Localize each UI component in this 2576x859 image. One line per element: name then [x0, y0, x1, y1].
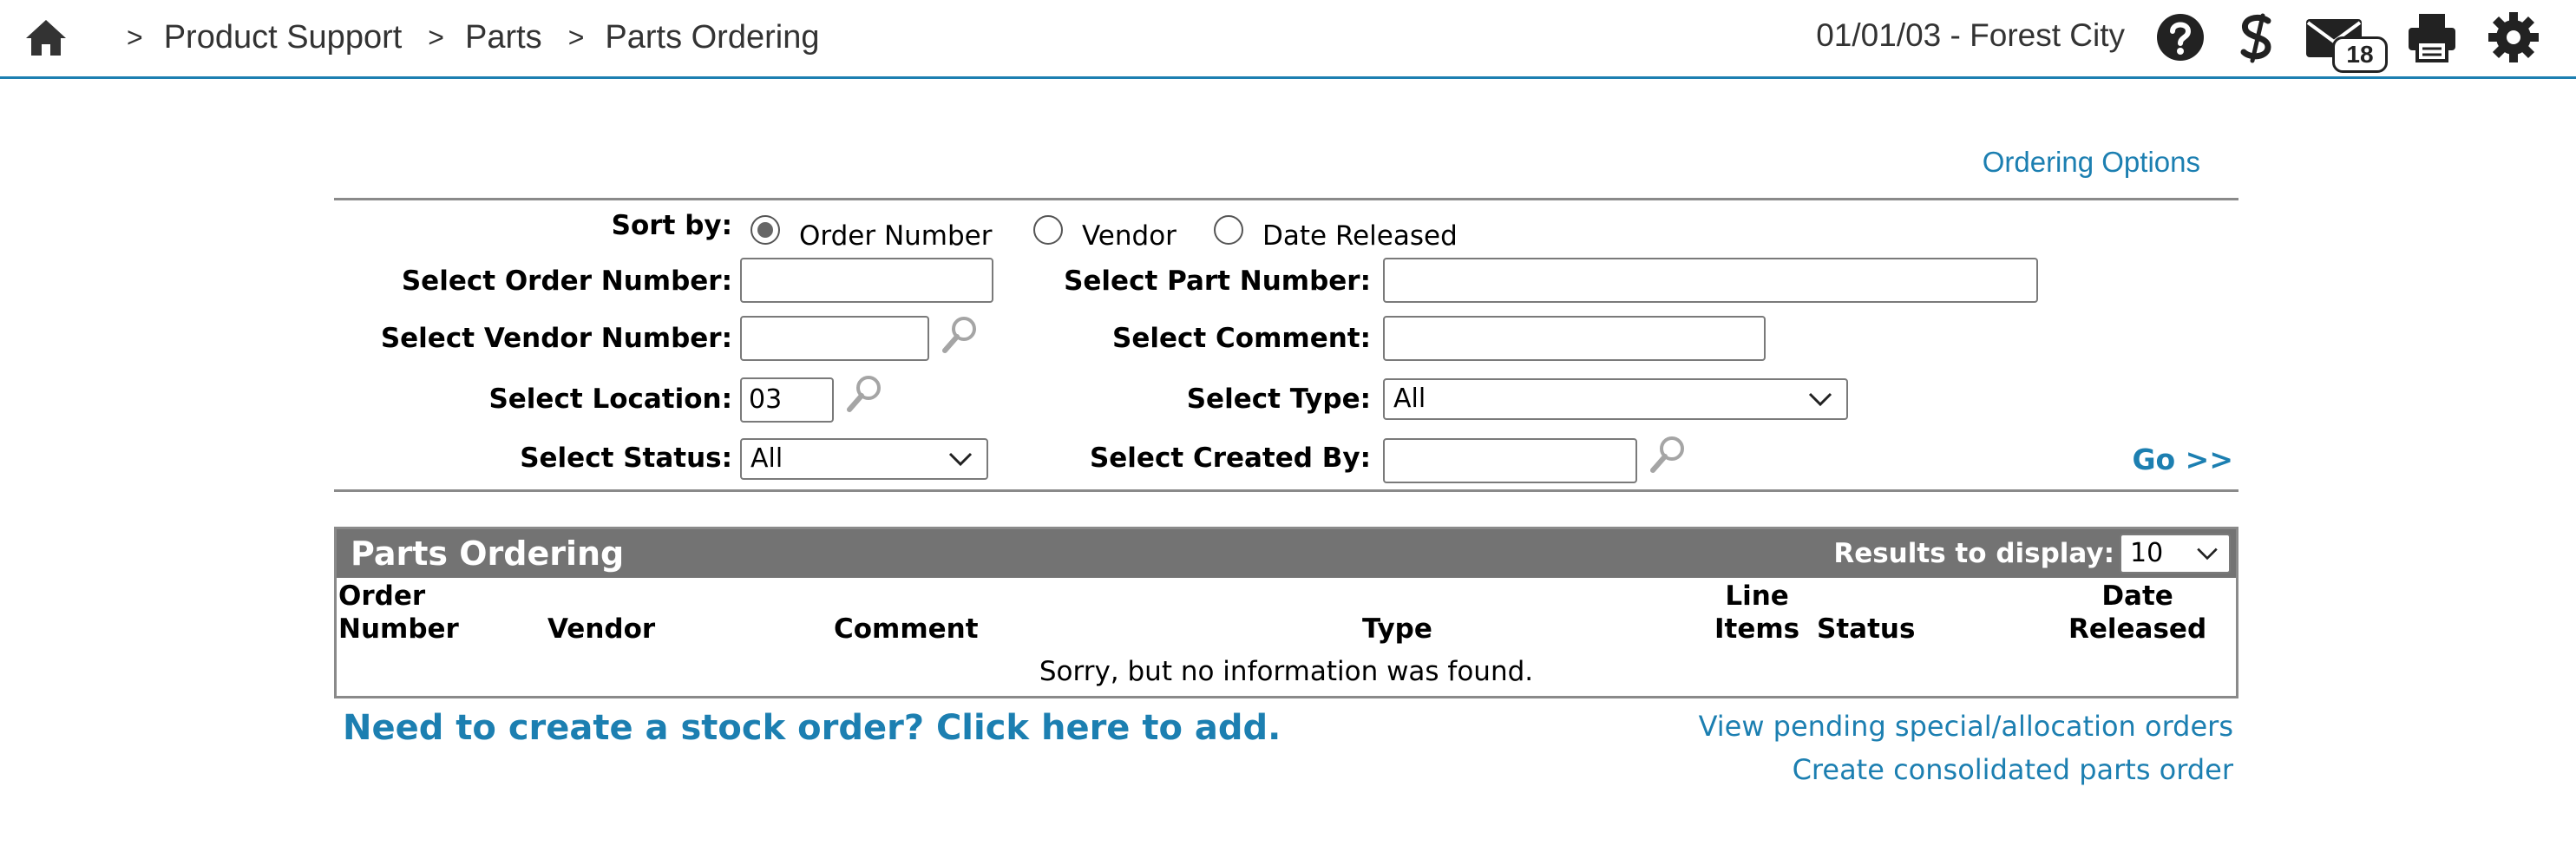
column-header-comment[interactable]: Comment — [834, 580, 979, 646]
sort-by-label: Sort by: — [611, 210, 732, 241]
create-stock-order-link[interactable]: Need to create a stock order? Click here… — [343, 708, 1281, 748]
location-input[interactable]: 03 — [740, 377, 834, 423]
results-table: Parts Ordering Results to display: 10 Or… — [334, 527, 2238, 698]
type-select-value: All — [1393, 384, 1426, 414]
breadcrumb: > Product Support > Parts > Parts Orderi… — [121, 16, 840, 59]
comment-input[interactable] — [1383, 316, 1766, 361]
ordering-options-link[interactable]: Ordering Options — [1983, 146, 2200, 179]
sort-vendor-radio[interactable] — [1033, 215, 1063, 245]
sort-order-number-label: Order Number — [799, 220, 993, 252]
comment-label: Select Comment: — [1112, 323, 1371, 354]
results-to-display-value: 10 — [2130, 538, 2164, 568]
results-header: Parts Ordering Results to display: 10 — [337, 529, 2236, 578]
pending-orders-link[interactable]: View pending special/allocation orders — [1699, 710, 2233, 743]
breadcrumb-parts-ordering: Parts Ordering — [605, 18, 820, 56]
date-location[interactable]: 01/01/03 - Forest City — [1816, 17, 2125, 54]
print-icon[interactable] — [2405, 10, 2459, 64]
order-number-input[interactable] — [740, 258, 993, 303]
column-header-line-items[interactable]: Line Items — [1714, 580, 1799, 646]
results-title: Parts Ordering — [351, 534, 625, 573]
empty-results-message: Sorry, but no information was found. — [1039, 656, 1534, 687]
created-by-lookup-magnifier-icon[interactable] — [1648, 434, 1688, 474]
chevron-down-icon — [1808, 392, 1832, 407]
sort-order-number-radio[interactable] — [751, 215, 780, 245]
results-to-display-select[interactable]: 10 — [2120, 534, 2231, 574]
chevron-down-icon — [2197, 548, 2218, 561]
column-header-status[interactable]: Status — [1817, 580, 1915, 646]
sort-order-number-option[interactable]: Order Number — [751, 215, 993, 252]
column-header-type[interactable]: Type — [1362, 580, 1432, 646]
breadcrumb-product-support[interactable]: Product Support — [164, 19, 403, 56]
order-number-label: Select Order Number: — [401, 266, 732, 297]
type-label: Select Type: — [1186, 384, 1371, 415]
status-select[interactable]: All — [740, 438, 988, 480]
divider-bottom — [334, 489, 2238, 492]
column-header-order-number[interactable]: Order Number — [338, 580, 459, 646]
column-header-vendor[interactable]: Vendor — [547, 580, 655, 646]
vendor-number-label: Select Vendor Number: — [380, 323, 732, 354]
location-label: Select Location: — [488, 384, 732, 415]
created-by-label: Select Created By: — [1089, 443, 1371, 474]
sort-date-released-label: Date Released — [1262, 220, 1458, 252]
location-lookup-magnifier-icon[interactable] — [844, 373, 884, 413]
help-icon[interactable] — [2153, 10, 2207, 64]
breadcrumb-separator: > — [127, 21, 143, 53]
s-logo-icon[interactable] — [2230, 10, 2284, 64]
consolidated-order-link[interactable]: Create consolidated parts order — [1793, 753, 2233, 786]
type-select[interactable]: All — [1383, 378, 1848, 420]
mail-count-badge[interactable]: 18 — [2332, 36, 2388, 73]
top-bar: > Product Support > Parts > Parts Orderi… — [0, 0, 2576, 79]
part-number-label: Select Part Number: — [1064, 266, 1371, 297]
column-header-date-released[interactable]: Date Released — [2068, 580, 2206, 646]
results-to-display-label: Results to display: — [1833, 538, 2114, 569]
chevron-down-icon — [948, 452, 973, 467]
go-button[interactable]: Go >> — [2132, 443, 2233, 476]
gear-icon[interactable] — [2487, 10, 2540, 64]
sort-date-released-radio[interactable] — [1214, 215, 1243, 245]
status-label: Select Status: — [520, 443, 732, 474]
breadcrumb-separator: > — [567, 21, 585, 53]
created-by-input[interactable] — [1383, 438, 1637, 483]
vendor-number-input[interactable] — [740, 316, 929, 361]
home-icon[interactable] — [24, 17, 68, 57]
breadcrumb-separator: > — [428, 21, 444, 53]
sort-vendor-option[interactable]: Vendor — [1033, 215, 1177, 252]
divider-top — [334, 198, 2238, 200]
status-select-value: All — [751, 443, 783, 474]
part-number-input[interactable] — [1383, 258, 2038, 303]
breadcrumb-parts[interactable]: Parts — [465, 19, 542, 56]
sort-date-released-option[interactable]: Date Released — [1214, 215, 1458, 252]
sort-vendor-label: Vendor — [1082, 220, 1177, 252]
vendor-lookup-magnifier-icon[interactable] — [940, 314, 980, 354]
